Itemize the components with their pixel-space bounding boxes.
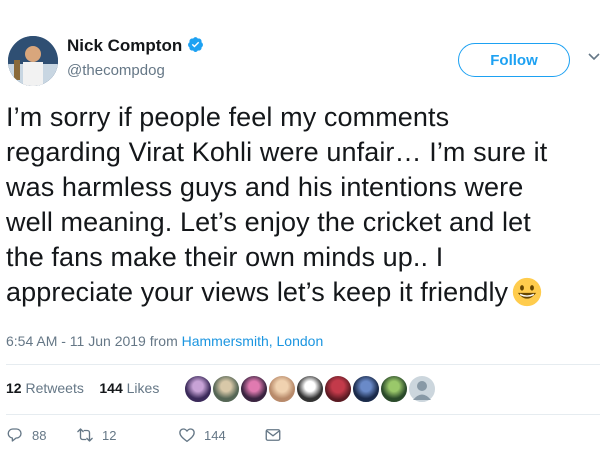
liker-avatar[interactable] [183,374,213,404]
tweet-line: appreciate your views let’s keep it frie… [6,277,509,307]
avatar-photo [8,36,58,86]
display-name-text: Nick Compton [67,36,183,55]
reply-button[interactable]: 88 [6,426,46,444]
likes-count: 144 [99,380,123,396]
retweet-count: 12 [102,427,117,443]
tweet-line: well meaning. Let’s enjoy the cricket an… [6,207,531,237]
grinning-face-icon [512,277,542,307]
follow-button[interactable]: Follow [458,43,570,77]
tweet-line: regarding Virat Kohli were unfair… I’m s… [6,137,548,167]
tweet-timestamp: 6:54 AM - 11 Jun 2019 from Hammersmith, … [6,333,323,349]
heart-icon [179,428,195,443]
divider [6,364,600,365]
engagement-stats: 12 Retweets 144 Likes [6,380,159,396]
liker-avatar[interactable] [239,374,269,404]
envelope-icon [265,429,281,441]
likes-label: Likes [126,380,160,396]
tweet-line: the fans make their own minds up.. I [6,242,444,272]
liker-avatar[interactable] [267,374,297,404]
liker-avatar[interactable] [211,374,241,404]
default-avatar-icon [413,381,431,400]
liker-avatar[interactable] [351,374,381,404]
retweets-stat[interactable]: 12 Retweets [6,380,84,396]
retweet-icon [77,428,93,442]
chevron-down-icon[interactable] [588,52,600,62]
retweets-count: 12 [6,380,22,396]
verified-badge-icon [188,37,204,53]
tweet-line: I’m sorry if people feel my comments [6,102,450,132]
like-button[interactable]: 144 [178,426,226,444]
liker-avatar[interactable] [295,374,325,404]
reply-icon [7,428,22,442]
avatar[interactable] [8,36,58,86]
reply-count: 88 [32,427,47,443]
display-name[interactable]: Nick Compton [67,36,204,56]
likes-stat[interactable]: 144 Likes [99,380,159,396]
retweet-button[interactable]: 12 [76,426,116,444]
timestamp-text[interactable]: 6:54 AM - 11 Jun 2019 from [6,333,182,349]
tweet-line-last: appreciate your views let’s keep it frie… [6,275,598,310]
liker-avatar[interactable] [379,374,409,404]
direct-message-button[interactable] [264,426,290,444]
like-count: 144 [204,427,226,443]
tweet-text: I’m sorry if people feel my comments reg… [6,100,598,310]
divider [6,414,600,415]
user-handle[interactable]: @thecompdog [67,62,165,79]
tweet-line: was harmless guys and his intentions wer… [6,172,524,202]
liker-avatar[interactable] [407,374,437,404]
location-link[interactable]: Hammersmith, London [182,333,324,349]
retweets-label: Retweets [25,380,84,396]
liker-avatar[interactable] [323,374,353,404]
